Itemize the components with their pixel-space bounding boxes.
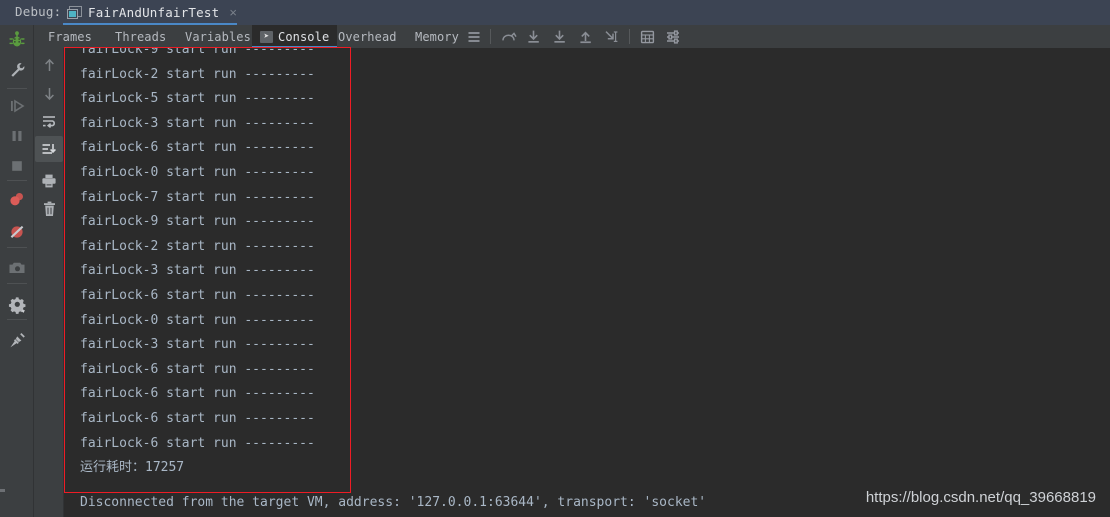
debug-actions-sidebar — [0, 25, 34, 517]
console-line: fairLock-9 start run --------- — [80, 214, 315, 230]
tab-console-label: Console — [278, 29, 330, 44]
wrench-icon[interactable] — [0, 55, 34, 85]
force-step-into-icon[interactable] — [549, 27, 569, 46]
debug-label: Debug: — [15, 4, 62, 19]
tab-console[interactable]: ➤ Console — [252, 25, 338, 48]
console-line: fairLock-6 start run --------- — [80, 410, 315, 426]
tab-frames-label: Frames — [48, 29, 92, 44]
console-line: fairLock-5 start run --------- — [80, 91, 315, 107]
run-to-cursor-icon[interactable] — [601, 27, 621, 46]
run-configuration-icon — [67, 5, 82, 20]
console-line: fairLock-6 start run --------- — [80, 287, 315, 303]
console-line: fairLock-3 start run --------- — [80, 263, 315, 279]
tab-variables[interactable]: Variables — [177, 25, 259, 48]
debug-tabs-row: Frames Threads Variables ➤ Console Overh… — [34, 25, 1110, 48]
run-configuration-tab-label: FairAndUnfairTest — [88, 5, 220, 20]
tab-overhead[interactable]: Overhead — [330, 25, 405, 48]
settings-sliders-icon[interactable] — [663, 27, 683, 46]
print-icon[interactable] — [35, 168, 63, 194]
tab-frames[interactable]: Frames — [40, 25, 100, 48]
step-over-icon[interactable] — [498, 27, 518, 46]
step-into-icon[interactable] — [523, 27, 543, 46]
tab-memory[interactable]: Memory — [407, 25, 467, 48]
debug-tool-window: Debug: FairAndUnfairTest × Frames Thread… — [0, 0, 1110, 517]
console-line: fairLock-2 start run --------- — [80, 238, 315, 254]
run-configuration-tab[interactable]: FairAndUnfairTest × — [63, 0, 243, 25]
clear-all-icon[interactable] — [35, 196, 63, 222]
console-status-line: Disconnected from the target VM, address… — [80, 495, 707, 510]
scroll-down-icon[interactable] — [35, 80, 63, 106]
pin-tab-icon[interactable] — [0, 325, 34, 355]
pause-program-icon[interactable] — [0, 121, 34, 151]
tab-threads[interactable]: Threads — [107, 25, 174, 48]
scroll-to-end-icon[interactable] — [35, 136, 63, 162]
console-line: fairLock-0 start run --------- — [80, 312, 315, 328]
console-line: fairLock-3 start run --------- — [80, 337, 315, 353]
stop-program-icon[interactable] — [0, 151, 34, 181]
screenshot-camera-icon[interactable] — [0, 253, 34, 283]
tab-memory-label: Memory — [415, 29, 459, 44]
console-line: fairLock-7 start run --------- — [80, 189, 315, 205]
resume-program-icon[interactable] — [0, 91, 34, 121]
debug-titlebar: Debug: FairAndUnfairTest × — [0, 0, 1110, 26]
settings-gear-icon[interactable] — [0, 289, 34, 319]
console-icon: ➤ — [260, 30, 273, 43]
tab-variables-label: Variables — [185, 29, 251, 44]
tab-threads-label: Threads — [115, 29, 167, 44]
debug-bug-icon[interactable] — [0, 25, 34, 55]
layout-lines-icon[interactable] — [464, 27, 484, 46]
mute-breakpoints-icon[interactable] — [0, 217, 34, 247]
console-line: fairLock-6 start run --------- — [80, 435, 315, 451]
console-line: fairLock-6 start run --------- — [80, 361, 315, 377]
scroll-up-icon[interactable] — [35, 52, 63, 78]
scroll-marker — [0, 489, 5, 492]
console-line: fairLock-0 start run --------- — [80, 164, 315, 180]
close-icon[interactable]: × — [229, 6, 237, 19]
step-out-icon[interactable] — [575, 27, 595, 46]
tab-overhead-label: Overhead — [338, 29, 397, 44]
console-line: fairLock-6 start run --------- — [80, 140, 315, 156]
console-output-panel[interactable]: fairLock-9 start run --------- fairLock-2… — [64, 48, 1110, 517]
console-line: fairLock-9 start run --------- — [80, 48, 315, 57]
console-line: fairLock-3 start run --------- — [80, 115, 315, 131]
console-line-list: fairLock-9 start run --------- fairLock-2… — [80, 48, 315, 481]
console-line: fairLock-6 start run --------- — [80, 386, 315, 402]
soft-wrap-icon[interactable] — [35, 108, 63, 134]
view-breakpoints-icon[interactable] — [0, 185, 34, 215]
watermark-text: https://blog.csdn.net/qq_39668819 — [865, 489, 1096, 506]
console-line: 运行耗时：17257 — [80, 460, 185, 476]
evaluate-expression-icon[interactable] — [637, 27, 657, 46]
console-line: fairLock-2 start run --------- — [80, 66, 315, 82]
